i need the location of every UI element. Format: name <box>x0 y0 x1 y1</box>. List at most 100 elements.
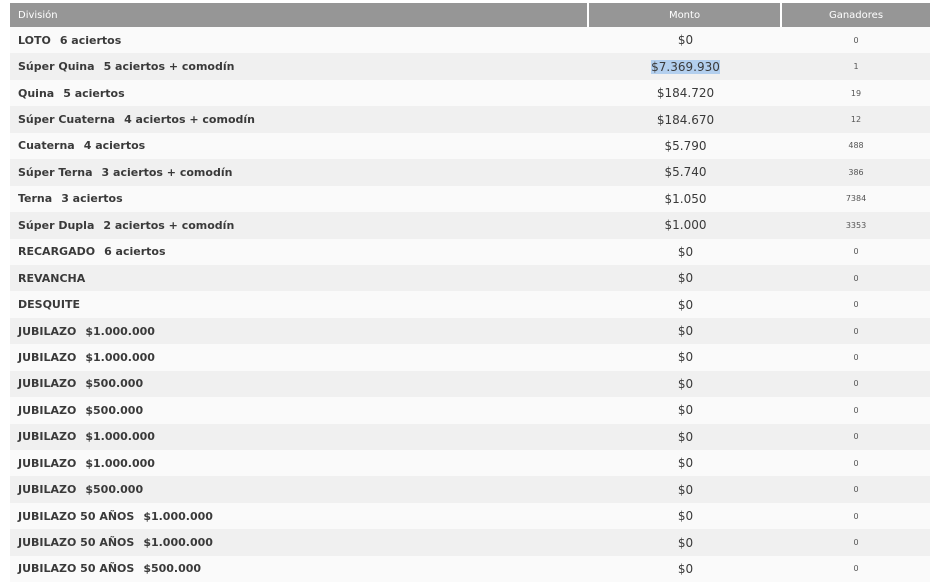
table-row: Quina 5 aciertos $184.720 19 <box>10 79 930 107</box>
table-row: Súper Cuaterna 4 aciertos + comodín $184.… <box>10 106 930 133</box>
division-cell: JUBILAZO $1.000.000 <box>10 423 589 450</box>
ganadores-value: 0 <box>853 485 859 495</box>
division-name: JUBILAZO 50 AÑOS <box>18 562 135 576</box>
monto-cell: $0 <box>589 264 782 292</box>
division-name: JUBILAZO 50 AÑOS <box>18 536 135 550</box>
monto-value: $184.670 <box>656 112 715 127</box>
division-name: JUBILAZO <box>18 483 77 497</box>
ganadores-value: 0 <box>853 35 859 45</box>
monto-value: $0 <box>677 33 694 48</box>
division-name: RECARGADO <box>18 245 96 259</box>
header-monto[interactable]: Monto <box>589 3 782 27</box>
monto-value: $0 <box>677 244 694 259</box>
table-row: JUBILAZO $1.000.000 $0 0 <box>10 317 930 345</box>
ganadores-cell: 7384 <box>782 185 930 213</box>
division-name: Terna <box>18 192 53 206</box>
division-detail: $1.000.000 <box>85 350 155 364</box>
ganadores-value: 0 <box>853 352 859 362</box>
ganadores-value: 0 <box>853 538 859 548</box>
ganadores-cell: 12 <box>782 106 930 133</box>
ganadores-cell: 0 <box>782 264 930 292</box>
monto-cell: $0 <box>589 397 782 424</box>
division-detail: 3 aciertos + comodín <box>101 165 233 179</box>
table-body: LOTO 6 aciertos $0 0 Súper Quina 5 acierto… <box>10 27 930 583</box>
monto-value: $5.740 <box>664 165 707 180</box>
division-detail: $1.000.000 <box>85 430 155 444</box>
ganadores-cell: 0 <box>782 238 930 265</box>
division-name: Cuaterna <box>18 139 75 153</box>
monto-cell: $0 <box>589 423 782 450</box>
ganadores-cell: 0 <box>782 397 930 424</box>
division-detail: $500.000 <box>85 483 144 497</box>
ganadores-cell: 0 <box>782 291 930 318</box>
division-name: Súper Cuaterna <box>18 113 116 127</box>
division-cell: JUBILAZO $1.000.000 <box>10 344 589 371</box>
division-cell: Súper Dupla 2 aciertos + comodín <box>10 212 589 239</box>
monto-cell: $0 <box>589 450 782 477</box>
header-division[interactable]: División <box>10 3 589 27</box>
monto-value: $0 <box>677 429 694 444</box>
table-row: Súper Dupla 2 aciertos + comodín $1.000 3… <box>10 212 930 239</box>
ganadores-value: 0 <box>853 432 859 442</box>
monto-cell: $7.369.930 <box>589 53 782 80</box>
ganadores-value: 3353 <box>845 220 867 230</box>
division-cell: JUBILAZO $1.000.000 <box>10 317 589 345</box>
division-cell: REVANCHA <box>10 264 589 292</box>
division-detail: $1.000.000 <box>85 456 155 470</box>
monto-value: $0 <box>677 403 694 418</box>
monto-cell: $0 <box>589 317 782 345</box>
header-ganadores[interactable]: Ganadores <box>782 3 930 27</box>
division-detail: $1.000.000 <box>143 509 213 523</box>
monto-cell: $1.000 <box>589 212 782 239</box>
table-header: División Monto Ganadores <box>10 3 930 27</box>
ganadores-value: 0 <box>853 458 859 468</box>
monto-cell: $1.050 <box>589 185 782 213</box>
monto-cell: $0 <box>589 555 782 583</box>
ganadores-value: 0 <box>853 326 859 336</box>
table-row: Súper Quina 5 aciertos + comodín $7.369.9… <box>10 53 930 80</box>
division-detail: 3 aciertos <box>61 192 123 206</box>
division-name: DESQUITE <box>18 298 80 312</box>
division-detail: 6 aciertos <box>104 245 166 259</box>
table-row: Terna 3 aciertos $1.050 7384 <box>10 185 930 213</box>
ganadores-value: 19 <box>850 88 862 98</box>
monto-value: $0 <box>677 324 694 339</box>
monto-value: $0 <box>677 350 694 365</box>
ganadores-value: 0 <box>853 273 859 283</box>
division-cell: JUBILAZO 50 AÑOS $500.000 <box>10 555 589 583</box>
division-detail: $1.000.000 <box>85 324 155 338</box>
division-cell: DESQUITE <box>10 291 589 318</box>
table-row: JUBILAZO 50 AÑOS $1.000.000 $0 0 <box>10 529 930 556</box>
division-name: JUBILAZO 50 AÑOS <box>18 509 135 523</box>
ganadores-cell: 386 <box>782 159 930 186</box>
division-cell: Súper Terna 3 aciertos + comodín <box>10 159 589 186</box>
monto-cell: $0 <box>589 502 782 530</box>
division-cell: JUBILAZO 50 AÑOS $1.000.000 <box>10 502 589 530</box>
division-name: LOTO <box>18 33 51 47</box>
division-detail: 2 aciertos + comodín <box>103 218 235 232</box>
table-row: JUBILAZO $500.000 $0 0 <box>10 370 930 398</box>
division-name: JUBILAZO <box>18 350 77 364</box>
division-cell: Terna 3 aciertos <box>10 185 589 213</box>
monto-value: $1.000 <box>664 218 707 233</box>
monto-value: $0 <box>677 271 694 286</box>
division-cell: LOTO 6 aciertos <box>10 27 589 54</box>
monto-cell: $0 <box>589 476 782 503</box>
ganadores-cell: 3353 <box>782 212 930 239</box>
ganadores-value: 1 <box>853 62 859 72</box>
monto-value: $0 <box>677 509 694 524</box>
ganadores-cell: 0 <box>782 476 930 503</box>
monto-cell: $0 <box>589 344 782 371</box>
table-row: JUBILAZO $500.000 $0 0 <box>10 476 930 503</box>
monto-cell: $5.790 <box>589 132 782 160</box>
division-cell: JUBILAZO $500.000 <box>10 397 589 424</box>
header-row: División Monto Ganadores <box>10 3 930 27</box>
monto-value: $0 <box>677 297 694 312</box>
monto-value: $5.790 <box>664 138 707 153</box>
monto-value: $7.369.930 <box>651 59 720 74</box>
division-detail: $500.000 <box>85 377 144 391</box>
results-table: División Monto Ganadores LOTO 6 aciertos … <box>10 3 930 583</box>
division-detail: 5 aciertos <box>63 86 125 100</box>
table-row: JUBILAZO $1.000.000 $0 0 <box>10 423 930 450</box>
ganadores-value: 0 <box>853 511 859 521</box>
